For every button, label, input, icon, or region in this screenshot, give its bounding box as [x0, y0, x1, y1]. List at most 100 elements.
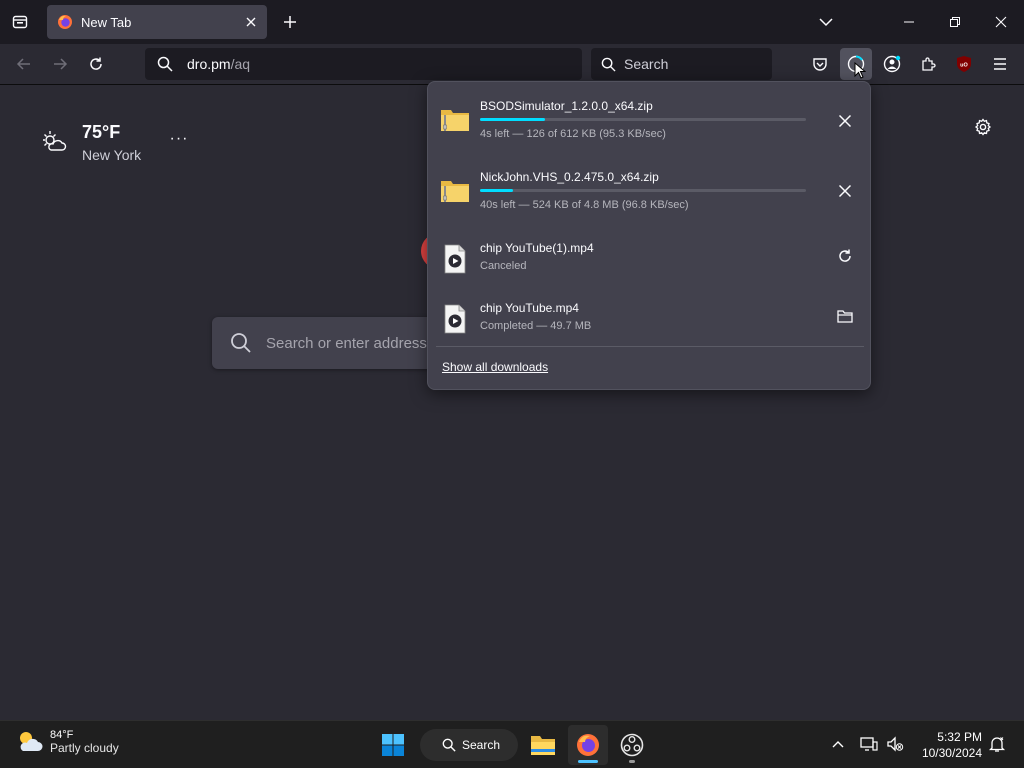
- weather-temperature: 75°F: [82, 122, 121, 142]
- hamburger-menu-icon: [994, 58, 1006, 70]
- network-icon: [860, 737, 878, 751]
- address-bar[interactable]: dro.pm/aq: [145, 48, 582, 80]
- speaker-muted-icon: [887, 736, 904, 752]
- network-tray-button[interactable]: [858, 733, 880, 755]
- obs-taskbar-button[interactable]: [612, 725, 652, 765]
- arrow-right-icon: [54, 58, 68, 70]
- forward-button[interactable]: [44, 48, 76, 80]
- new-tab-search-placeholder: Search or enter address: [266, 334, 427, 352]
- weather-location: New York: [82, 147, 142, 163]
- downloads-button[interactable]: [840, 48, 872, 80]
- close-window-button[interactable]: [978, 0, 1024, 44]
- download-item[interactable]: NickJohn.VHS_0.2.475.0_x64.zip 40s left …: [428, 161, 872, 221]
- close-icon: [838, 184, 852, 198]
- obs-studio-icon: [620, 733, 644, 757]
- volume-tray-button[interactable]: [884, 733, 906, 755]
- minimize-icon: [904, 21, 914, 23]
- download-progress-fill: [480, 189, 513, 192]
- minimize-button[interactable]: [886, 0, 932, 44]
- taskbar-clock[interactable]: 5:32 PM 10/30/2024: [912, 729, 982, 761]
- arrow-left-icon: [16, 58, 30, 70]
- active-app-indicator: [578, 760, 598, 763]
- ublock-origin-icon: uO: [957, 56, 971, 72]
- notification-bell-icon: [988, 737, 1006, 752]
- list-all-tabs-button[interactable]: [814, 10, 838, 34]
- tab-title: New Tab: [81, 14, 132, 30]
- reload-button[interactable]: [80, 48, 112, 80]
- download-item[interactable]: BSODSimulator_1.2.0.0_x64.zip 4s left — …: [428, 90, 872, 150]
- account-button[interactable]: [876, 48, 908, 80]
- search-bar-placeholder: Search: [624, 56, 669, 72]
- search-icon: [442, 738, 456, 752]
- ublock-origin-button[interactable]: uO: [948, 48, 980, 80]
- restore-icon: [950, 17, 960, 27]
- retry-download-button[interactable]: [832, 243, 858, 269]
- taskbar-weather-widget[interactable]: 84°F Partly cloudy: [16, 729, 119, 755]
- application-menu-button[interactable]: [984, 48, 1016, 80]
- download-item[interactable]: chip YouTube(1).mp4 Canceled: [428, 230, 872, 290]
- panel-divider: [436, 346, 864, 347]
- downloads-panel: BSODSimulator_1.2.0.0_x64.zip 4s left — …: [427, 81, 871, 390]
- plus-icon: [284, 16, 296, 28]
- tab-strip: New Tab: [0, 0, 1024, 44]
- gear-icon: [974, 118, 992, 136]
- account-icon: [883, 55, 901, 73]
- svg-text:uO: uO: [960, 63, 968, 69]
- url-host: dro.pm: [187, 56, 231, 72]
- search-icon: [601, 57, 616, 72]
- clock-time: 5:32 PM: [937, 730, 982, 744]
- start-button[interactable]: [373, 725, 413, 765]
- windows-logo-icon: [382, 734, 404, 756]
- download-status: 40s left — 524 KB of 4.8 MB (96.8 KB/sec…: [480, 199, 689, 211]
- firefox-view-icon: [12, 15, 28, 29]
- extensions-button[interactable]: [912, 48, 944, 80]
- download-filename: chip YouTube.mp4: [480, 301, 579, 315]
- tab-close-icon[interactable]: [245, 16, 257, 28]
- taskbar-weather-desc: Partly cloudy: [50, 741, 119, 755]
- cancel-download-button[interactable]: [832, 108, 858, 134]
- close-icon: [838, 114, 852, 128]
- download-status: 4s left — 126 of 612 KB (95.3 KB/sec): [480, 128, 666, 140]
- chevron-up-icon: [832, 741, 844, 748]
- url-path: /aq: [230, 56, 251, 72]
- search-bar[interactable]: Search: [591, 48, 772, 80]
- show-all-downloads-link[interactable]: Show all downloads: [442, 360, 548, 374]
- personalize-button[interactable]: [970, 114, 996, 140]
- puzzle-icon: [922, 57, 936, 71]
- firefox-taskbar-button[interactable]: [568, 725, 608, 765]
- download-filename: BSODSimulator_1.2.0.0_x64.zip: [480, 99, 653, 113]
- video-file-icon: [444, 244, 466, 274]
- chevron-down-icon: [819, 18, 833, 27]
- tab-new-tab[interactable]: New Tab: [47, 5, 267, 39]
- weather-widget[interactable]: 75°F New York: [40, 122, 141, 163]
- back-button[interactable]: [8, 48, 40, 80]
- download-progress-fill: [480, 118, 546, 121]
- new-tab-button[interactable]: [278, 10, 302, 34]
- zip-folder-icon: [441, 181, 469, 202]
- weather-options-button[interactable]: ···: [168, 130, 190, 150]
- download-filename: NickJohn.VHS_0.2.475.0_x64.zip: [480, 170, 659, 184]
- mouse-cursor-icon: [854, 62, 866, 79]
- pocket-icon: [813, 58, 827, 71]
- zip-folder-icon: [441, 110, 469, 131]
- pocket-button[interactable]: [804, 48, 836, 80]
- show-hidden-icons-button[interactable]: [827, 733, 849, 755]
- download-filename: chip YouTube(1).mp4: [480, 241, 594, 255]
- partly-cloudy-icon: [20, 732, 43, 751]
- show-in-folder-button[interactable]: [832, 303, 858, 329]
- taskbar-search-button[interactable]: Search: [420, 729, 518, 761]
- cancel-download-button[interactable]: [832, 178, 858, 204]
- close-icon: [995, 16, 1007, 28]
- taskbar-weather-temp: 84°F: [50, 729, 74, 741]
- reload-icon: [90, 57, 102, 70]
- video-file-icon: [444, 304, 466, 334]
- file-explorer-button[interactable]: [523, 725, 563, 765]
- firefox-view-button[interactable]: [8, 10, 32, 34]
- download-item[interactable]: chip YouTube.mp4 Completed — 49.7 MB: [428, 290, 872, 350]
- firefox-logo-icon: [58, 15, 72, 29]
- search-icon: [231, 333, 251, 353]
- restore-button[interactable]: [932, 0, 978, 44]
- notifications-button[interactable]: [986, 733, 1008, 755]
- partly-sunny-icon: [43, 131, 67, 151]
- download-status: Completed — 49.7 MB: [480, 320, 592, 332]
